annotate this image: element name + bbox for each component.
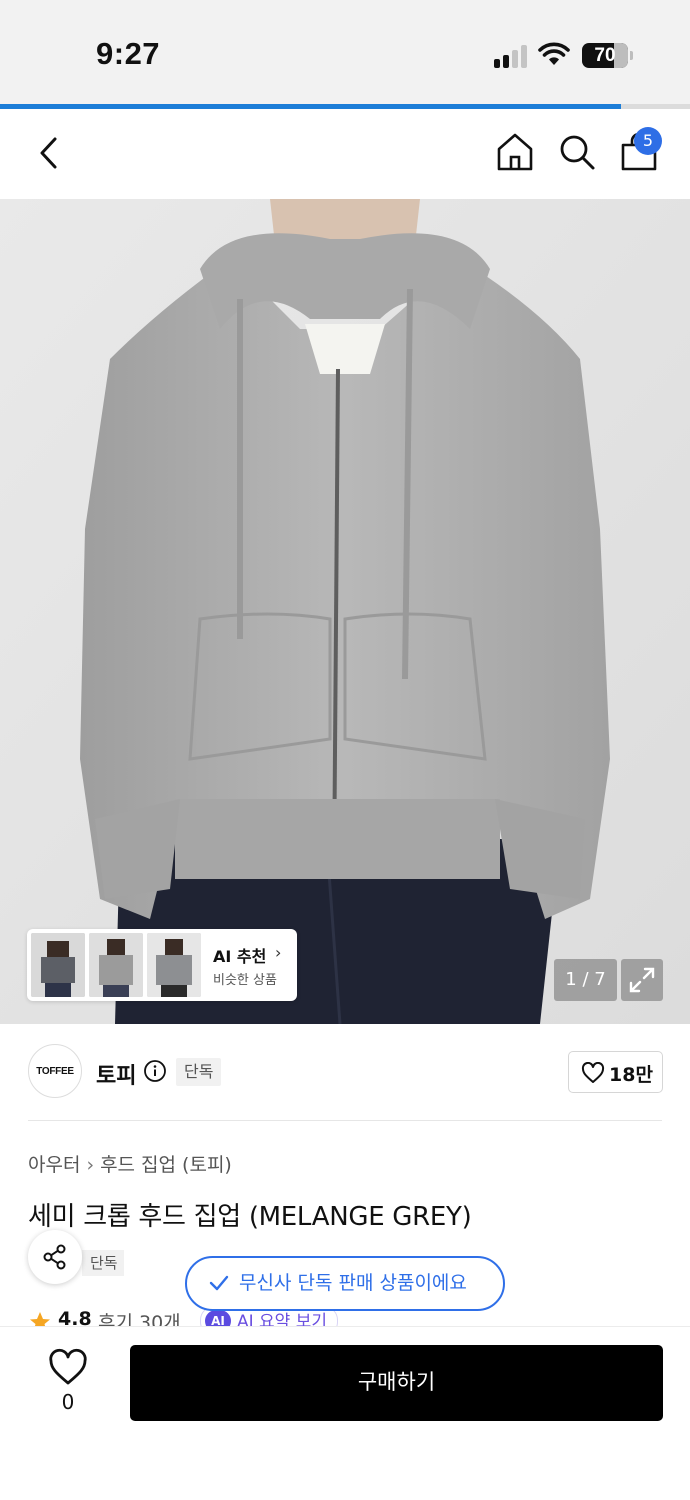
- status-bar: 9:27 70: [0, 0, 690, 106]
- status-time: 9:27: [96, 36, 161, 71]
- breadcrumb: 아우터 › 후드 집업 (토피): [28, 1150, 232, 1177]
- info-icon[interactable]: [143, 1059, 167, 1083]
- toast-text: 무신사 단독 판매 상품이에요: [239, 1272, 467, 1294]
- rating-value: 4.8: [58, 1308, 92, 1326]
- share-button[interactable]: [28, 1230, 82, 1284]
- ai-recommend-thumbnail: [147, 933, 201, 997]
- heart-icon: [581, 1062, 605, 1083]
- product-like-count: 0: [61, 1390, 75, 1414]
- product-image[interactable]: [0, 199, 690, 1024]
- ai-recommend-thumbnail: [89, 933, 143, 997]
- expand-icon: [629, 967, 655, 993]
- brand-like-button[interactable]: 18만: [568, 1051, 663, 1093]
- ai-recommend-title: AI 추천: [213, 947, 267, 966]
- image-counter: 1 / 7: [554, 959, 617, 1001]
- chevron-right-icon: ›: [275, 943, 282, 962]
- brand-like-count: 18만: [609, 1064, 653, 1086]
- exclusive-sale-toast: 무신사 단독 판매 상품이에요: [185, 1256, 505, 1311]
- hoodie-photo: [0, 199, 690, 1024]
- ai-recommend-thumbnail: [31, 933, 85, 997]
- exclusive-tag: 단독: [176, 1058, 222, 1086]
- brand-name[interactable]: 토피: [96, 1058, 136, 1090]
- breadcrumb-item[interactable]: 아우터: [28, 1154, 80, 1176]
- heart-icon[interactable]: [48, 1348, 88, 1388]
- battery-level: 70: [594, 45, 616, 66]
- ai-summary-label: AI 요약 보기: [237, 1312, 328, 1326]
- check-icon: [209, 1275, 229, 1291]
- star-icon: [30, 1312, 50, 1326]
- wifi-icon: [538, 42, 570, 65]
- ai-recommend-card[interactable]: AI 추천 › 비슷한 상품: [27, 929, 297, 1001]
- search-icon[interactable]: [556, 131, 598, 173]
- exclusive-tag: 단독: [82, 1250, 124, 1276]
- divider: [28, 1120, 662, 1121]
- chevron-right-icon: ›: [86, 1154, 95, 1176]
- buy-button[interactable]: 구매하기: [130, 1345, 663, 1421]
- back-icon[interactable]: [30, 131, 70, 175]
- breadcrumb-item[interactable]: 후드 집업 (토피): [100, 1154, 232, 1176]
- review-count-link[interactable]: 후기 30개: [98, 1308, 181, 1326]
- product-title: 세미 크롭 후드 집업 (MELANGE GREY): [28, 1202, 472, 1232]
- expand-image-button[interactable]: [621, 959, 663, 1001]
- home-icon[interactable]: [494, 131, 536, 173]
- top-nav: [0, 109, 690, 199]
- cart-count-badge: 5: [634, 127, 662, 155]
- ai-badge: AI: [205, 1310, 231, 1326]
- ai-recommend-subtitle: 비슷한 상품: [213, 973, 277, 988]
- cellular-signal-icon: [494, 44, 530, 68]
- battery-icon: 70: [582, 43, 628, 68]
- share-icon: [43, 1244, 66, 1270]
- brand-logo[interactable]: TOFFEE: [28, 1044, 82, 1098]
